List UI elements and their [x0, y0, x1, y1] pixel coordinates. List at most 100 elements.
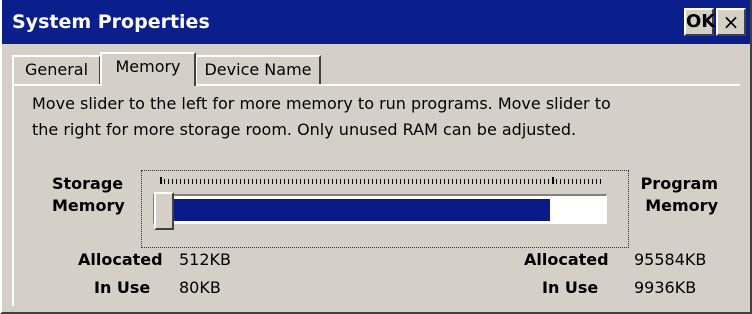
slider-tick — [212, 179, 213, 184]
slider-tick — [228, 179, 229, 184]
slider-tick — [408, 179, 409, 184]
slider-tick — [580, 179, 581, 184]
program-memory-label-2: Memory — [645, 196, 718, 215]
slider-tick — [184, 179, 185, 184]
slider-tick — [464, 179, 465, 184]
program-inuse-label: In Use — [542, 278, 599, 297]
title-bar: System Properties OK × — [2, 0, 750, 44]
slider-tick — [448, 179, 449, 184]
slider-tick — [488, 179, 489, 184]
slider-tick — [332, 179, 333, 184]
slider-tick — [504, 179, 505, 184]
slider-tick — [352, 179, 353, 184]
slider-tick — [472, 179, 473, 184]
slider-tick — [572, 179, 573, 184]
slider-tick — [276, 179, 277, 184]
slider-tick — [420, 179, 421, 184]
slider-tick — [272, 179, 273, 184]
storage-allocated-value: 512KB — [179, 250, 232, 269]
ok-button[interactable]: OK — [684, 8, 715, 36]
slider-tick — [584, 179, 585, 184]
storage-memory-label-2: Memory — [52, 196, 125, 215]
slider-tick — [432, 179, 433, 184]
slider-tick — [164, 179, 165, 184]
slider-tick — [400, 179, 401, 184]
slider-tick — [556, 179, 557, 184]
slider-tick — [200, 179, 201, 184]
slider-tick — [384, 179, 385, 184]
slider-tick — [512, 179, 513, 184]
slider-tick — [532, 179, 533, 184]
storage-inuse-value: 80KB — [179, 278, 221, 297]
window-title: System Properties — [12, 11, 210, 33]
slider-tick — [240, 179, 241, 184]
slider-tick — [208, 179, 209, 184]
slider-tick — [376, 179, 377, 184]
slider-tick — [500, 179, 501, 184]
slider-tick — [360, 179, 361, 184]
slider-tick — [176, 179, 177, 184]
slider-tick — [456, 179, 457, 184]
slider-tick — [548, 179, 549, 184]
storage-inuse-label: In Use — [94, 278, 151, 297]
storage-memory-label-1: Storage — [52, 174, 124, 193]
slider-tick — [204, 179, 205, 184]
slider-tick — [320, 179, 321, 184]
program-memory-fill — [157, 199, 550, 221]
close-button[interactable]: × — [716, 8, 746, 36]
slider-tick — [252, 179, 253, 184]
slider-tick — [232, 179, 233, 184]
slider-tick — [356, 179, 357, 184]
slider-tick — [516, 179, 517, 184]
slider-tick — [236, 179, 237, 184]
slider-tick — [244, 179, 245, 184]
slider-tick — [416, 179, 417, 184]
slider-tick — [540, 179, 541, 184]
slider-tick — [476, 179, 477, 184]
slider-ticks — [160, 177, 601, 185]
slider-tick — [428, 179, 429, 184]
slider-tick — [568, 179, 569, 184]
slider-tick — [396, 179, 397, 184]
slider-tick — [288, 179, 289, 184]
slider-tick — [544, 179, 545, 184]
slider-tick — [508, 179, 509, 184]
slider-tick — [248, 179, 249, 184]
slider-tick — [588, 179, 589, 184]
slider-tick — [592, 179, 593, 184]
slider-tick — [468, 179, 469, 184]
slider-tick — [444, 179, 445, 184]
slider-tick — [172, 179, 173, 184]
slider-tick — [324, 179, 325, 184]
memory-slider-track[interactable] — [153, 194, 607, 224]
slider-tick — [460, 179, 461, 184]
slider-tick — [564, 179, 565, 184]
memory-slider-thumb[interactable] — [154, 192, 174, 230]
slider-tick — [344, 179, 345, 184]
slider-tick — [372, 179, 373, 184]
slider-tick — [284, 179, 285, 184]
slider-tick — [328, 179, 329, 184]
storage-allocated-label: Allocated — [78, 250, 163, 269]
slider-tick — [528, 179, 529, 184]
program-inuse-value: 9936KB — [634, 278, 697, 297]
slider-tick — [220, 179, 221, 184]
slider-tick — [224, 179, 225, 184]
slider-tick — [296, 179, 297, 184]
slider-tick — [480, 179, 481, 184]
slider-tick — [392, 179, 393, 184]
slider-tick — [520, 179, 521, 184]
slider-tick — [492, 179, 493, 184]
slider-tick — [496, 179, 497, 184]
slider-tick — [576, 179, 577, 184]
slider-tick — [380, 179, 381, 184]
slider-tick — [484, 179, 485, 184]
slider-tick — [312, 179, 313, 184]
tab-general[interactable]: General — [12, 55, 101, 85]
tab-memory[interactable]: Memory — [100, 52, 196, 86]
slider-tick — [192, 179, 193, 184]
tab-device-name[interactable]: Device Name — [195, 55, 321, 85]
slider-tick — [280, 179, 281, 184]
slider-tick — [424, 179, 425, 184]
program-allocated-label: Allocated — [524, 250, 609, 269]
